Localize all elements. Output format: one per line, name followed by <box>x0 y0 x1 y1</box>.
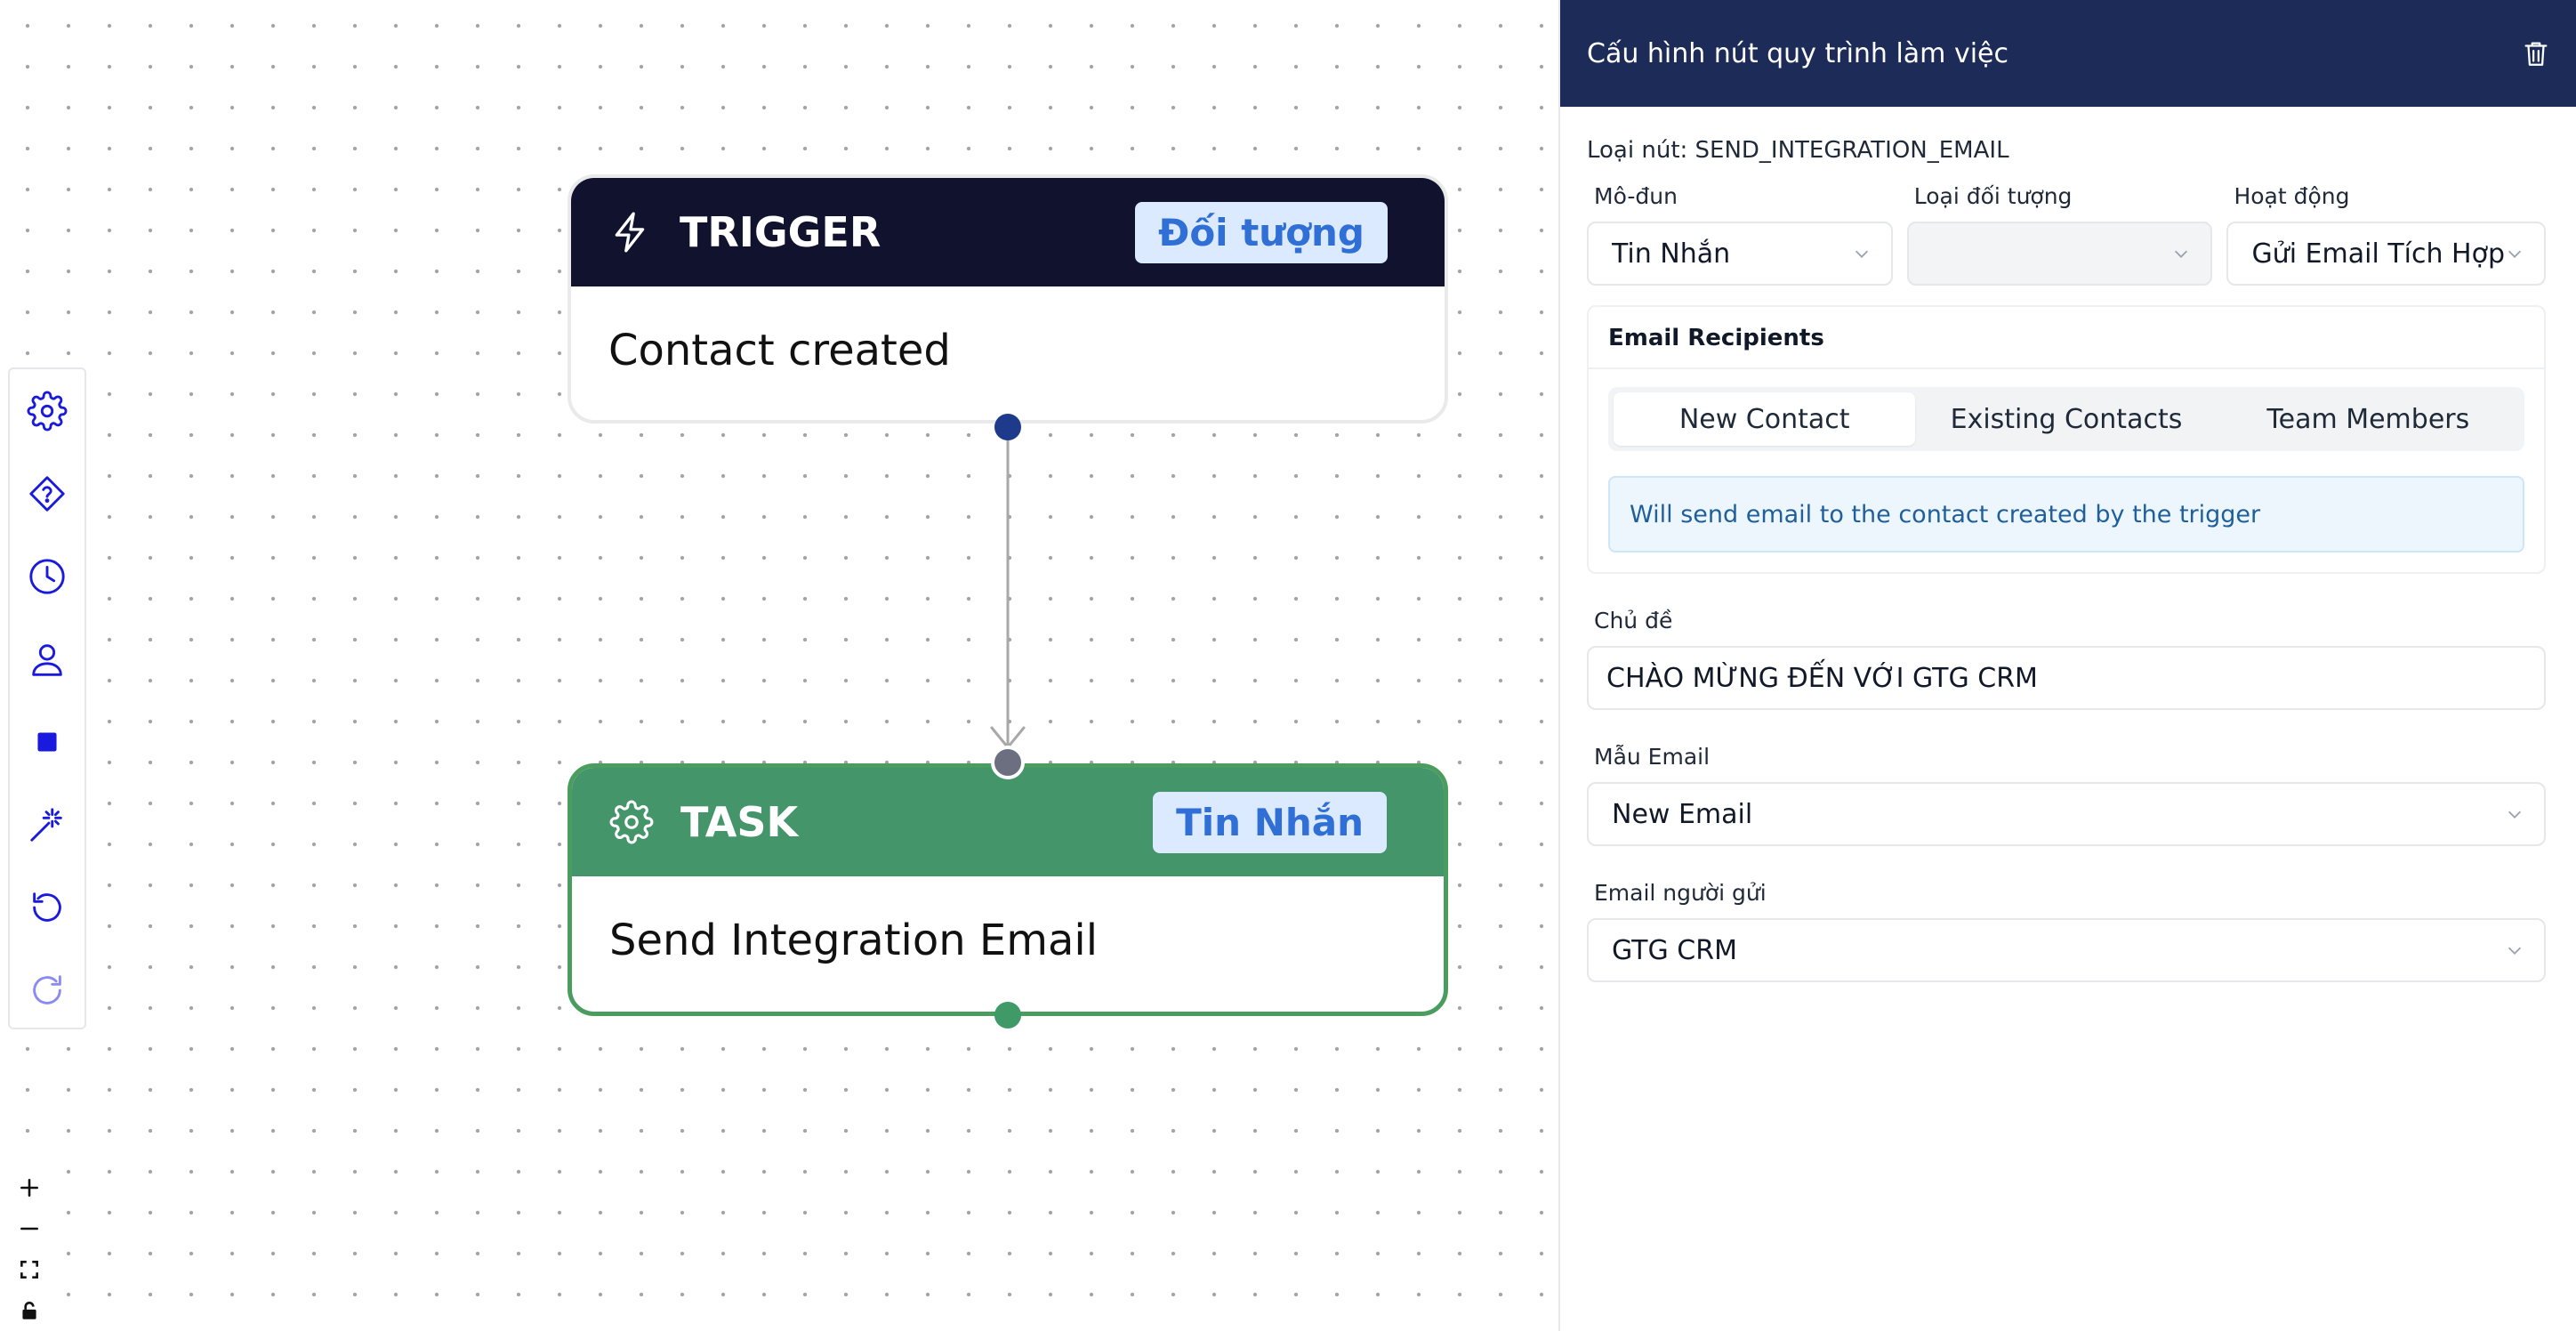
panel-title: Cấu hình nút quy trình làm việc <box>1587 37 2008 69</box>
trigger-node[interactable]: TRIGGER Đối tượng Contact created <box>568 174 1448 424</box>
task-node-body: Send Integration Email <box>609 916 1099 965</box>
fit-view-button[interactable] <box>8 1249 51 1290</box>
sender-email-label: Email người gửi <box>1594 880 1767 906</box>
email-template-label: Mẫu Email <box>1594 744 1711 770</box>
undo-tool[interactable] <box>10 866 85 948</box>
chevron-down-icon <box>2175 250 2188 258</box>
magic-wand-icon <box>30 807 62 842</box>
zoom-out-icon <box>20 1227 38 1230</box>
tab-team-members[interactable]: Team Members <box>2218 392 2519 446</box>
clock-icon <box>29 558 65 594</box>
trash-icon[interactable] <box>2521 38 2551 69</box>
settings-tool[interactable] <box>10 369 85 452</box>
zoom-out-button[interactable] <box>8 1208 51 1249</box>
tab-new-contact[interactable]: New Contact <box>1614 392 1916 446</box>
module-select-value: Tin Nhắn <box>1612 238 1731 270</box>
diamond-question-icon <box>29 475 65 512</box>
recipient-type-tabs: New Contact Existing Contacts Team Membe… <box>1608 387 2524 451</box>
trigger-node-body: Contact created <box>608 326 951 375</box>
chevron-down-icon <box>2508 811 2522 819</box>
condition-tool[interactable] <box>10 452 85 535</box>
stop-tool[interactable] <box>10 700 85 783</box>
module-label: Mô-đun <box>1594 183 1678 209</box>
fit-view-icon <box>20 1261 38 1279</box>
object-type-select[interactable] <box>1906 222 2213 286</box>
action-select-value: Gửi Email Tích Hợp <box>2251 238 2505 270</box>
task-node-badge: Tin Nhắn <box>1153 791 1387 853</box>
workflow-canvas[interactable]: TRIGGER Đối tượng Contact created TASK T… <box>0 0 1558 1331</box>
task-node-header: TASK Tin Nhắn <box>572 768 1444 876</box>
gear-icon <box>609 800 654 844</box>
lightning-icon <box>615 212 645 253</box>
lock-button[interactable] <box>8 1290 51 1331</box>
delay-tool[interactable] <box>10 535 85 617</box>
trigger-node-header: TRIGGER Đối tượng <box>571 178 1445 286</box>
gear-icon <box>27 391 68 431</box>
trigger-node-title: TRIGGER <box>680 208 881 256</box>
trigger-node-badge: Đối tượng <box>1135 201 1388 263</box>
square-icon <box>37 731 57 752</box>
tab-existing-contacts[interactable]: Existing Contacts <box>1915 392 2217 446</box>
zoom-in-icon <box>20 1179 38 1197</box>
lock-icon <box>22 1302 36 1319</box>
subject-input[interactable]: CHÀO MỪNG ĐẾN VỚI GTG CRM <box>1587 646 2546 710</box>
email-template-select[interactable]: New Email <box>1587 782 2546 846</box>
panel-header: Cấu hình nút quy trình làm việc <box>1560 0 2576 107</box>
undo-icon <box>33 891 61 922</box>
user-icon <box>32 643 62 676</box>
zoom-in-button[interactable] <box>8 1167 51 1208</box>
action-select[interactable]: Gửi Email Tích Hợp <box>2226 222 2546 286</box>
sender-email-select[interactable]: GTG CRM <box>1587 918 2546 982</box>
object-type-label: Loại đối tượng <box>1913 183 2073 209</box>
node-config-panel: Cấu hình nút quy trình làm việc Loại nút… <box>1558 0 2576 1331</box>
node-toolbar <box>8 367 86 1029</box>
email-template-select-value: New Email <box>1612 798 1753 830</box>
contact-tool[interactable] <box>10 617 85 700</box>
module-select[interactable]: Tin Nhắn <box>1587 222 1893 286</box>
email-recipients-title: Email Recipients <box>1589 307 2544 369</box>
task-node-title: TASK <box>680 798 799 846</box>
task-input-handle[interactable] <box>991 746 1025 779</box>
chevron-down-icon <box>2508 250 2522 258</box>
trigger-output-handle[interactable] <box>994 414 1021 440</box>
action-label: Hoạt động <box>2234 183 2350 209</box>
sender-email-select-value: GTG CRM <box>1612 934 1737 966</box>
redo-tool[interactable] <box>10 948 85 1031</box>
chevron-down-icon <box>1855 250 1868 258</box>
magic-tool[interactable] <box>10 783 85 866</box>
subject-label: Chủ đề <box>1594 608 1673 633</box>
chevron-down-icon <box>2508 947 2522 955</box>
task-output-handle[interactable] <box>994 1002 1021 1028</box>
redo-icon <box>33 974 61 1004</box>
recipient-info-message: Will send email to the contact created b… <box>1608 476 2524 553</box>
node-type-label: Loại nút: SEND_INTEGRATION_EMAIL <box>1587 137 2009 164</box>
email-recipients-card: Email Recipients New Contact Existing Co… <box>1587 305 2546 574</box>
task-node[interactable]: TASK Tin Nhắn Send Integration Email <box>568 763 1448 1016</box>
zoom-controls <box>8 1167 51 1331</box>
